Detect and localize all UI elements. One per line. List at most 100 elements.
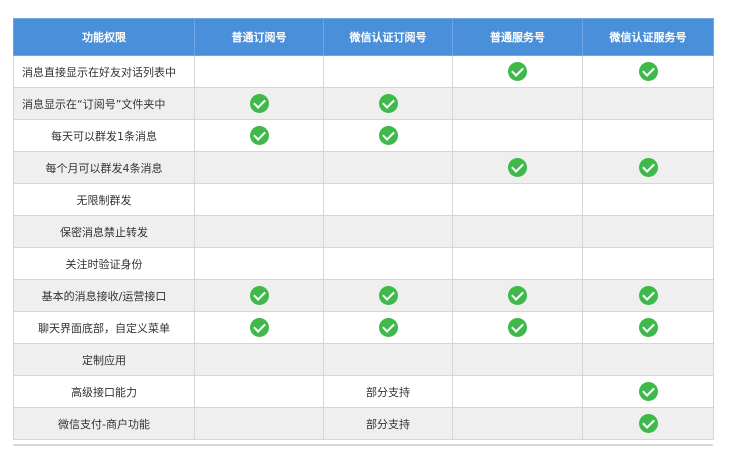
permission-cell: [452, 375, 583, 408]
header-verified-service: 微信认证服务号: [582, 18, 714, 56]
table-row: 消息直接显示在好友对话列表中: [13, 55, 714, 88]
permissions-table: 功能权限 普通订阅号 微信认证订阅号 普通服务号 微信认证服务号 消息直接显示在…: [13, 18, 714, 440]
header-basic-subscription: 普通订阅号: [194, 18, 324, 56]
permission-cell: [194, 151, 324, 184]
permission-cell: [194, 407, 324, 440]
feature-label: 每天可以群发1条消息: [13, 119, 195, 152]
permission-cell: [452, 183, 583, 216]
permission-cell: [323, 119, 453, 152]
table-row: 聊天界面底部，自定义菜单: [13, 311, 714, 344]
permission-cell: 部分支持: [323, 407, 453, 440]
feature-label: 消息直接显示在好友对话列表中: [13, 55, 195, 88]
check-circle-icon: [378, 318, 398, 337]
check-circle-icon: [508, 318, 527, 337]
feature-label: 保密消息禁止转发: [13, 215, 195, 248]
check-circle-icon: [638, 318, 658, 337]
permission-cell: [323, 55, 453, 88]
table-bottom-shadow: [13, 444, 713, 446]
permission-cell: [194, 375, 324, 408]
table-row: 无限制群发: [13, 183, 714, 216]
permission-cell: [452, 407, 583, 440]
permission-cell: [582, 215, 714, 248]
table-row: 关注时验证身份: [13, 247, 714, 280]
permission-cell: [452, 151, 583, 184]
permission-cell: [582, 375, 714, 408]
check-circle-icon: [638, 414, 658, 433]
check-circle-icon: [508, 158, 527, 177]
check-circle-icon: [508, 62, 527, 81]
check-circle-icon: [249, 286, 269, 305]
check-circle-icon: [638, 286, 658, 305]
permission-cell: [582, 151, 714, 184]
permission-cell: [194, 55, 324, 88]
permission-cell: 部分支持: [323, 375, 453, 408]
permission-cell: [452, 119, 583, 152]
feature-label: 定制应用: [13, 343, 195, 376]
header-feature: 功能权限: [13, 18, 195, 56]
table-row: 每个月可以群发4条消息: [13, 151, 714, 184]
permission-cell: [194, 183, 324, 216]
check-circle-icon: [638, 382, 658, 401]
permission-cell: [582, 247, 714, 280]
table-row: 高级接口能力 部分支持: [13, 375, 714, 408]
header-verified-subscription: 微信认证订阅号: [323, 18, 453, 56]
table-row: 消息显示在“订阅号”文件夹中: [13, 87, 714, 120]
feature-label: 每个月可以群发4条消息: [13, 151, 195, 184]
permission-cell: [323, 87, 453, 120]
permission-cell: [452, 215, 583, 248]
feature-label: 聊天界面底部，自定义菜单: [13, 311, 195, 344]
permission-cell: [194, 279, 324, 312]
table-row: 微信支付-商户功能 部分支持: [13, 407, 714, 440]
check-circle-icon: [638, 62, 658, 81]
permission-cell: [194, 215, 324, 248]
feature-label: 高级接口能力: [13, 375, 195, 408]
partial-support-text: 部分支持: [366, 417, 410, 431]
check-circle-icon: [249, 126, 269, 145]
table-row: 定制应用: [13, 343, 714, 376]
permission-cell: [323, 151, 453, 184]
table-row: 每天可以群发1条消息: [13, 119, 714, 152]
permission-cell: [582, 119, 714, 152]
check-circle-icon: [378, 126, 398, 145]
permission-cell: [582, 87, 714, 120]
header-basic-service: 普通服务号: [452, 18, 583, 56]
feature-label: 关注时验证身份: [13, 247, 195, 280]
permission-cell: [452, 311, 583, 344]
permission-cell: [582, 55, 714, 88]
permission-cell: [323, 183, 453, 216]
check-circle-icon: [249, 94, 269, 113]
permission-cell: [452, 279, 583, 312]
check-circle-icon: [378, 94, 398, 113]
check-circle-icon: [249, 318, 269, 337]
permission-cell: [452, 343, 583, 376]
permission-cell: [323, 311, 453, 344]
permission-cell: [194, 87, 324, 120]
permission-cell: [323, 247, 453, 280]
permission-cell: [582, 183, 714, 216]
permission-cell: [452, 247, 583, 280]
check-circle-icon: [508, 286, 527, 305]
header-row: 功能权限 普通订阅号 微信认证订阅号 普通服务号 微信认证服务号: [13, 18, 714, 56]
permission-cell: [582, 407, 714, 440]
feature-label: 微信支付-商户功能: [13, 407, 195, 440]
permission-cell: [582, 343, 714, 376]
table-row: 保密消息禁止转发: [13, 215, 714, 248]
permission-cell: [323, 343, 453, 376]
check-circle-icon: [378, 286, 398, 305]
permission-cell: [452, 87, 583, 120]
permission-cell: [323, 215, 453, 248]
permission-cell: [452, 55, 583, 88]
permission-cell: [194, 343, 324, 376]
permission-cell: [194, 247, 324, 280]
feature-label: 无限制群发: [13, 183, 195, 216]
feature-label: 消息显示在“订阅号”文件夹中: [13, 87, 195, 120]
partial-support-text: 部分支持: [366, 385, 410, 399]
check-circle-icon: [638, 158, 658, 177]
permission-cell: [194, 119, 324, 152]
permission-cell: [582, 279, 714, 312]
table-row: 基本的消息接收/运营接口: [13, 279, 714, 312]
permission-cell: [582, 311, 714, 344]
permission-cell: [323, 279, 453, 312]
feature-label: 基本的消息接收/运营接口: [13, 279, 195, 312]
permission-cell: [194, 311, 324, 344]
